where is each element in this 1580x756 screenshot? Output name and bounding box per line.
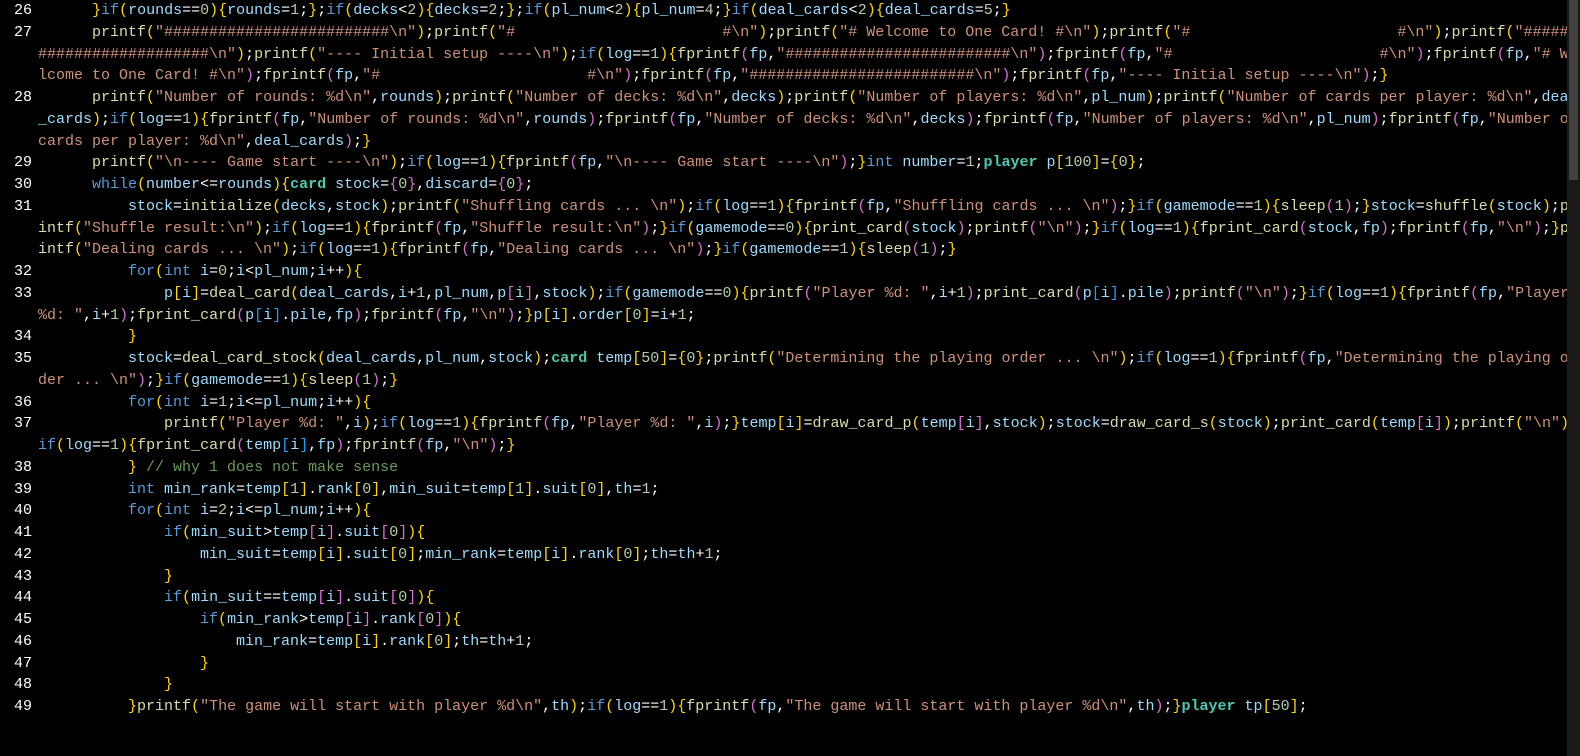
code-line[interactable]: while(number<=rounds){card stock={0},dis… [32,174,1580,196]
line-number-continuation [2,370,32,392]
line-number: 49 [2,696,32,718]
code-line[interactable]: min_rank=temp[i].rank[0];th=th+1; [32,631,1580,653]
code-line[interactable]: }printf("The game will start with player… [32,696,1580,718]
line-number: 32 [2,261,32,283]
line-number: 28 [2,87,32,109]
code-line[interactable]: for(int i=0;i<pl_num;i++){ [32,261,1580,283]
code-line[interactable]: min_suit=temp[i].suit[0];min_rank=temp[i… [32,544,1580,566]
line-number-continuation [2,109,32,131]
code-line[interactable]: int min_rank=temp[1].rank[0],min_suit=te… [32,479,1580,501]
code-line[interactable]: if(min_suit==temp[i].suit[0]){ [32,587,1580,609]
scrollbar-thumb[interactable] [1569,0,1578,180]
line-number: 34 [2,326,32,348]
line-number: 40 [2,500,32,522]
line-number-gutter: 2627 28 293031 3233 3435 3637 3839404142… [0,0,32,756]
line-number: 29 [2,152,32,174]
code-line[interactable]: } [32,326,1580,348]
code-line[interactable]: printf("Player %d: ",i);if(log==1){fprin… [32,413,1580,457]
line-number: 43 [2,566,32,588]
line-number: 27 [2,22,32,44]
line-number: 35 [2,348,32,370]
line-number: 41 [2,522,32,544]
line-number-continuation [2,435,32,457]
code-line[interactable]: printf("#########################\n");pr… [32,22,1580,87]
line-number-continuation [2,65,32,87]
code-line[interactable]: if(min_rank>temp[i].rank[0]){ [32,609,1580,631]
line-number: 33 [2,283,32,305]
code-line[interactable]: stock=initialize(decks,stock);printf("Sh… [32,196,1580,261]
line-number: 31 [2,196,32,218]
line-number: 38 [2,457,32,479]
line-number-continuation [2,218,32,240]
line-number: 48 [2,674,32,696]
line-number: 42 [2,544,32,566]
line-number: 36 [2,392,32,414]
code-area[interactable]: }if(rounds==0){rounds=1;};if(decks<2){de… [32,0,1580,756]
code-line[interactable]: }if(rounds==0){rounds=1;};if(decks<2){de… [32,0,1580,22]
line-number-continuation [2,239,32,261]
code-line[interactable]: } // why 1 does not make sense [32,457,1580,479]
code-editor[interactable]: 2627 28 293031 3233 3435 3637 3839404142… [0,0,1580,756]
line-number-continuation [2,305,32,327]
line-number: 47 [2,653,32,675]
line-number: 26 [2,0,32,22]
code-line[interactable]: for(int i=1;i<=pl_num;i++){ [32,392,1580,414]
line-number: 37 [2,413,32,435]
line-number-continuation [2,131,32,153]
code-line[interactable]: p[i]=deal_card(deal_cards,i+1,pl_num,p[i… [32,283,1580,327]
line-number-continuation [2,44,32,66]
code-line[interactable]: printf("Number of rounds: %d\n",rounds);… [32,87,1580,152]
code-line[interactable]: printf("\n---- Game start ----\n");if(lo… [32,152,1580,174]
code-line[interactable]: if(min_suit>temp[i].suit[0]){ [32,522,1580,544]
code-line[interactable]: } [32,653,1580,675]
code-line[interactable]: } [32,674,1580,696]
code-line[interactable]: } [32,566,1580,588]
line-number: 30 [2,174,32,196]
line-number: 45 [2,609,32,631]
code-line[interactable]: for(int i=2;i<=pl_num;i++){ [32,500,1580,522]
code-line[interactable]: stock=deal_card_stock(deal_cards,pl_num,… [32,348,1580,392]
line-number: 46 [2,631,32,653]
line-number: 39 [2,479,32,501]
vertical-scrollbar[interactable] [1567,0,1580,756]
line-number: 44 [2,587,32,609]
